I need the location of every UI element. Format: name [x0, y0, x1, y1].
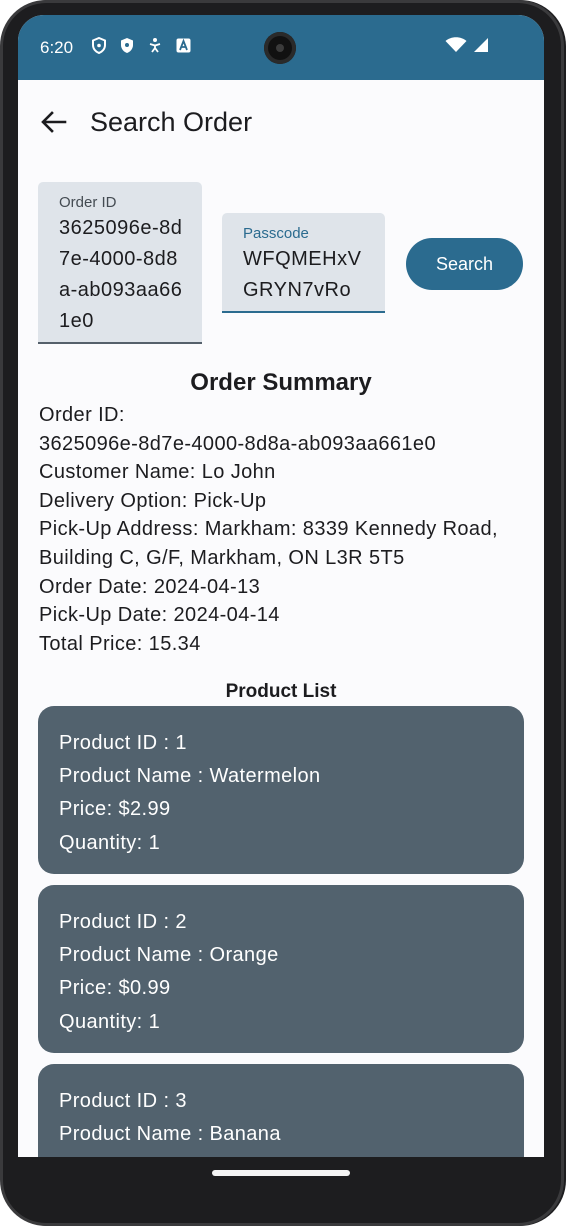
arrow-back-icon [41, 110, 67, 138]
summary-order-id: 3625096e-8d7e-4000-8d8a-ab093aa661e0 [39, 432, 436, 455]
cellular-icon [473, 37, 489, 58]
product-quantity: Quantity: 1 [59, 831, 161, 854]
product-quantity: Quantity: 1 [59, 1010, 161, 1033]
product-name: Product Name : Banana [59, 1123, 281, 1146]
accessibility-icon [146, 36, 164, 54]
product-list[interactable]: Product ID : 1 Product Name : Watermelon… [38, 706, 524, 1195]
product-price: Price: $0.99 [59, 977, 171, 1000]
order-id-label: Order ID [59, 194, 117, 211]
product-name: Product Name : Orange [59, 944, 279, 967]
summary-total-price: Total Price: 15.34 [39, 632, 201, 655]
front-camera [264, 32, 296, 64]
product-id: Product ID : 2 [59, 911, 187, 933]
top-app-bar: Search Order [18, 80, 544, 164]
shield-outline-icon [90, 36, 108, 54]
shield-filled-icon [118, 36, 136, 54]
order-summary-title: Order Summary [190, 369, 372, 396]
home-indicator[interactable] [212, 1170, 350, 1176]
search-button[interactable]: Search [406, 238, 523, 290]
summary-delivery-option: Delivery Option: Pick-Up [39, 489, 267, 512]
status-icons [90, 36, 192, 54]
passcode-label: Passcode [243, 225, 309, 242]
product-card[interactable]: Product ID : 2 Product Name : Orange Pri… [38, 885, 524, 1053]
product-list-title: Product List [225, 681, 337, 702]
summary-order-date: Order Date: 2024-04-13 [39, 575, 261, 598]
summary-pickup-address-cont: Building C, G/F, Markham, ON L3R 5T5 [39, 546, 405, 569]
status-time: 6:20 [40, 38, 74, 57]
wifi-icon [445, 37, 467, 58]
connectivity-icons [445, 37, 489, 58]
app-screen: 6:20 Search Order Order ID 3625096e-8d7e… [18, 15, 544, 1195]
order-id-field[interactable]: Order ID 3625096e-8d7e-4000-8d8a-ab093aa… [38, 182, 202, 344]
summary-customer-name: Customer Name: Lo John [39, 461, 276, 484]
summary-pickup-address: Pick-Up Address: Markham: 8339 Kennedy R… [39, 518, 498, 541]
product-price: Price: $2.99 [59, 798, 171, 821]
passcode-field[interactable]: Passcode WFQMEHxVGRYN7vRo [222, 213, 385, 313]
status-bar: 6:20 [18, 15, 544, 80]
product-id: Product ID : 3 [59, 1090, 187, 1112]
passcode-input[interactable]: WFQMEHxVGRYN7vRo [243, 244, 373, 306]
product-card[interactable]: Product ID : 1 Product Name : Watermelon… [38, 706, 524, 874]
back-button[interactable] [36, 106, 72, 142]
navigation-bar [18, 1157, 544, 1195]
order-id-input[interactable]: 3625096e-8d7e-4000-8d8a-ab093aa661e0 [59, 213, 189, 337]
font-icon [174, 36, 192, 54]
product-name: Product Name : Watermelon [59, 765, 321, 788]
order-summary: Order ID: 3625096e-8d7e-4000-8d8a-ab093a… [39, 401, 529, 658]
page-title: Search Order [90, 107, 253, 137]
summary-pickup-date: Pick-Up Date: 2024-04-14 [39, 604, 280, 627]
product-id: Product ID : 1 [59, 732, 187, 754]
summary-order-id-label: Order ID: [39, 404, 125, 426]
